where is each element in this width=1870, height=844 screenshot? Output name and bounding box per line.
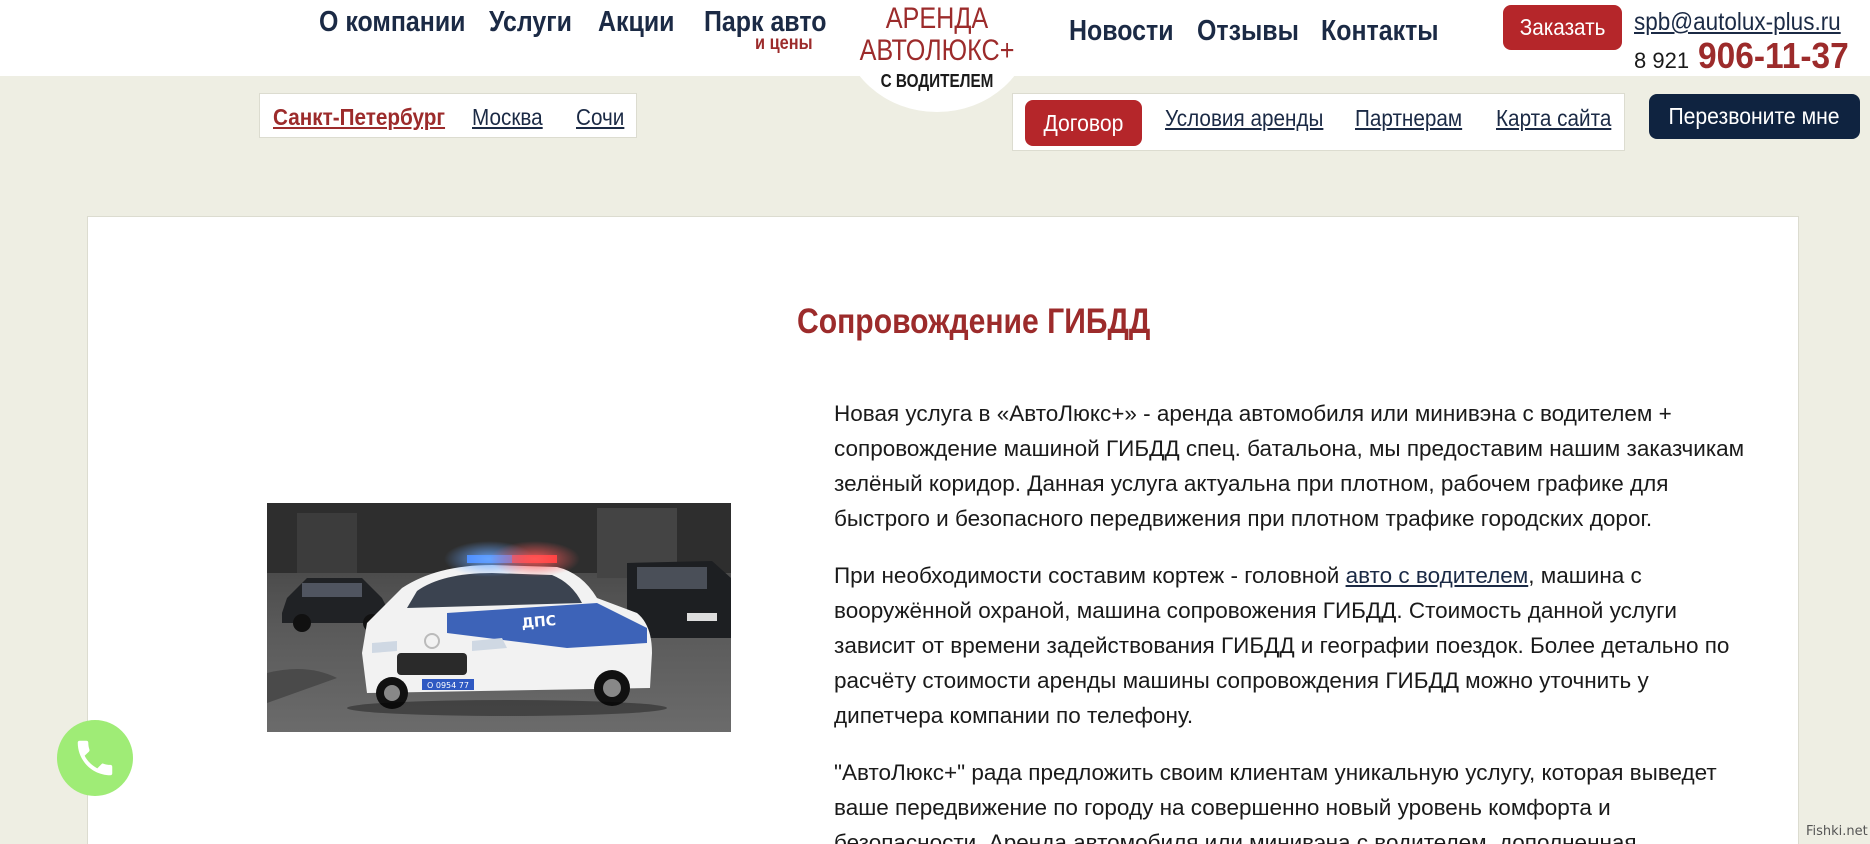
email-link[interactable]: spb@autolux-plus.ru: [1634, 8, 1841, 37]
callback-button[interactable]: Перезвоните мне: [1649, 94, 1860, 139]
article-paragraph-3: "АвтоЛюкс+" рада предложить своим клиент…: [834, 760, 1717, 844]
paragraph-2-text-start: При необходимости составим кортеж - голо…: [834, 563, 1346, 588]
phone-handset-icon: [77, 740, 113, 776]
sitemap-link[interactable]: Карта сайта: [1496, 105, 1611, 132]
phone-number[interactable]: 906-11-37: [1698, 35, 1849, 77]
logo-line-1: АРЕНДА: [885, 2, 989, 35]
city-spb[interactable]: Санкт-Петербург: [273, 104, 445, 131]
partners-link[interactable]: Партнерам: [1355, 105, 1462, 132]
car-with-driver-link[interactable]: авто с водителем: [1346, 563, 1529, 588]
site-logo[interactable]: АРЕНДА АВТОЛЮКС+ С ВОДИТЕЛЕМ: [842, 3, 1032, 92]
nav-item-news[interactable]: Новости: [1069, 15, 1174, 48]
contract-button[interactable]: Договор: [1025, 100, 1142, 146]
nav-item-services[interactable]: Услуги: [489, 6, 572, 39]
order-button[interactable]: Заказать: [1503, 5, 1622, 50]
nav-item-reviews[interactable]: Отзывы: [1197, 15, 1299, 48]
nav-item-fleet-subtitle[interactable]: и цены: [755, 33, 813, 55]
plate-number: О 0954 77: [427, 681, 469, 690]
livery-text: ДПС: [521, 613, 557, 632]
city-moscow[interactable]: Москва: [472, 104, 543, 131]
article-paragraph-1: Новая услуга в «АвтоЛюкс+» - аренда авто…: [834, 401, 1745, 531]
nav-item-promotions[interactable]: Акции: [598, 6, 674, 39]
police-car-photo: О 0954 77 ДПС: [267, 503, 731, 732]
call-fab-button[interactable]: [57, 720, 133, 796]
phone-prefix: 8 921: [1634, 48, 1690, 73]
article-body: Новая услуга в «АвтоЛюкс+» - аренда авто…: [834, 396, 1764, 844]
page-title: Сопровождение ГИБДД: [797, 302, 1151, 341]
logo-line-3: С ВОДИТЕЛЕМ: [880, 71, 994, 91]
info-bar: Договор Условия аренды Партнерам Карта с…: [1012, 93, 1625, 151]
city-selector: Санкт-Петербург Москва Сочи: [259, 93, 637, 138]
city-sochi[interactable]: Сочи: [576, 104, 624, 131]
logo-line-2: АВТОЛЮКС+: [859, 34, 1015, 67]
nav-item-about[interactable]: О компании: [319, 6, 466, 39]
nav-item-contacts[interactable]: Контакты: [1321, 15, 1439, 48]
article-paragraph-2: При необходимости составим кортеж - голо…: [834, 558, 1764, 733]
rental-terms-link[interactable]: Условия аренды: [1165, 105, 1323, 132]
watermark: Fishki.net: [1806, 824, 1868, 839]
